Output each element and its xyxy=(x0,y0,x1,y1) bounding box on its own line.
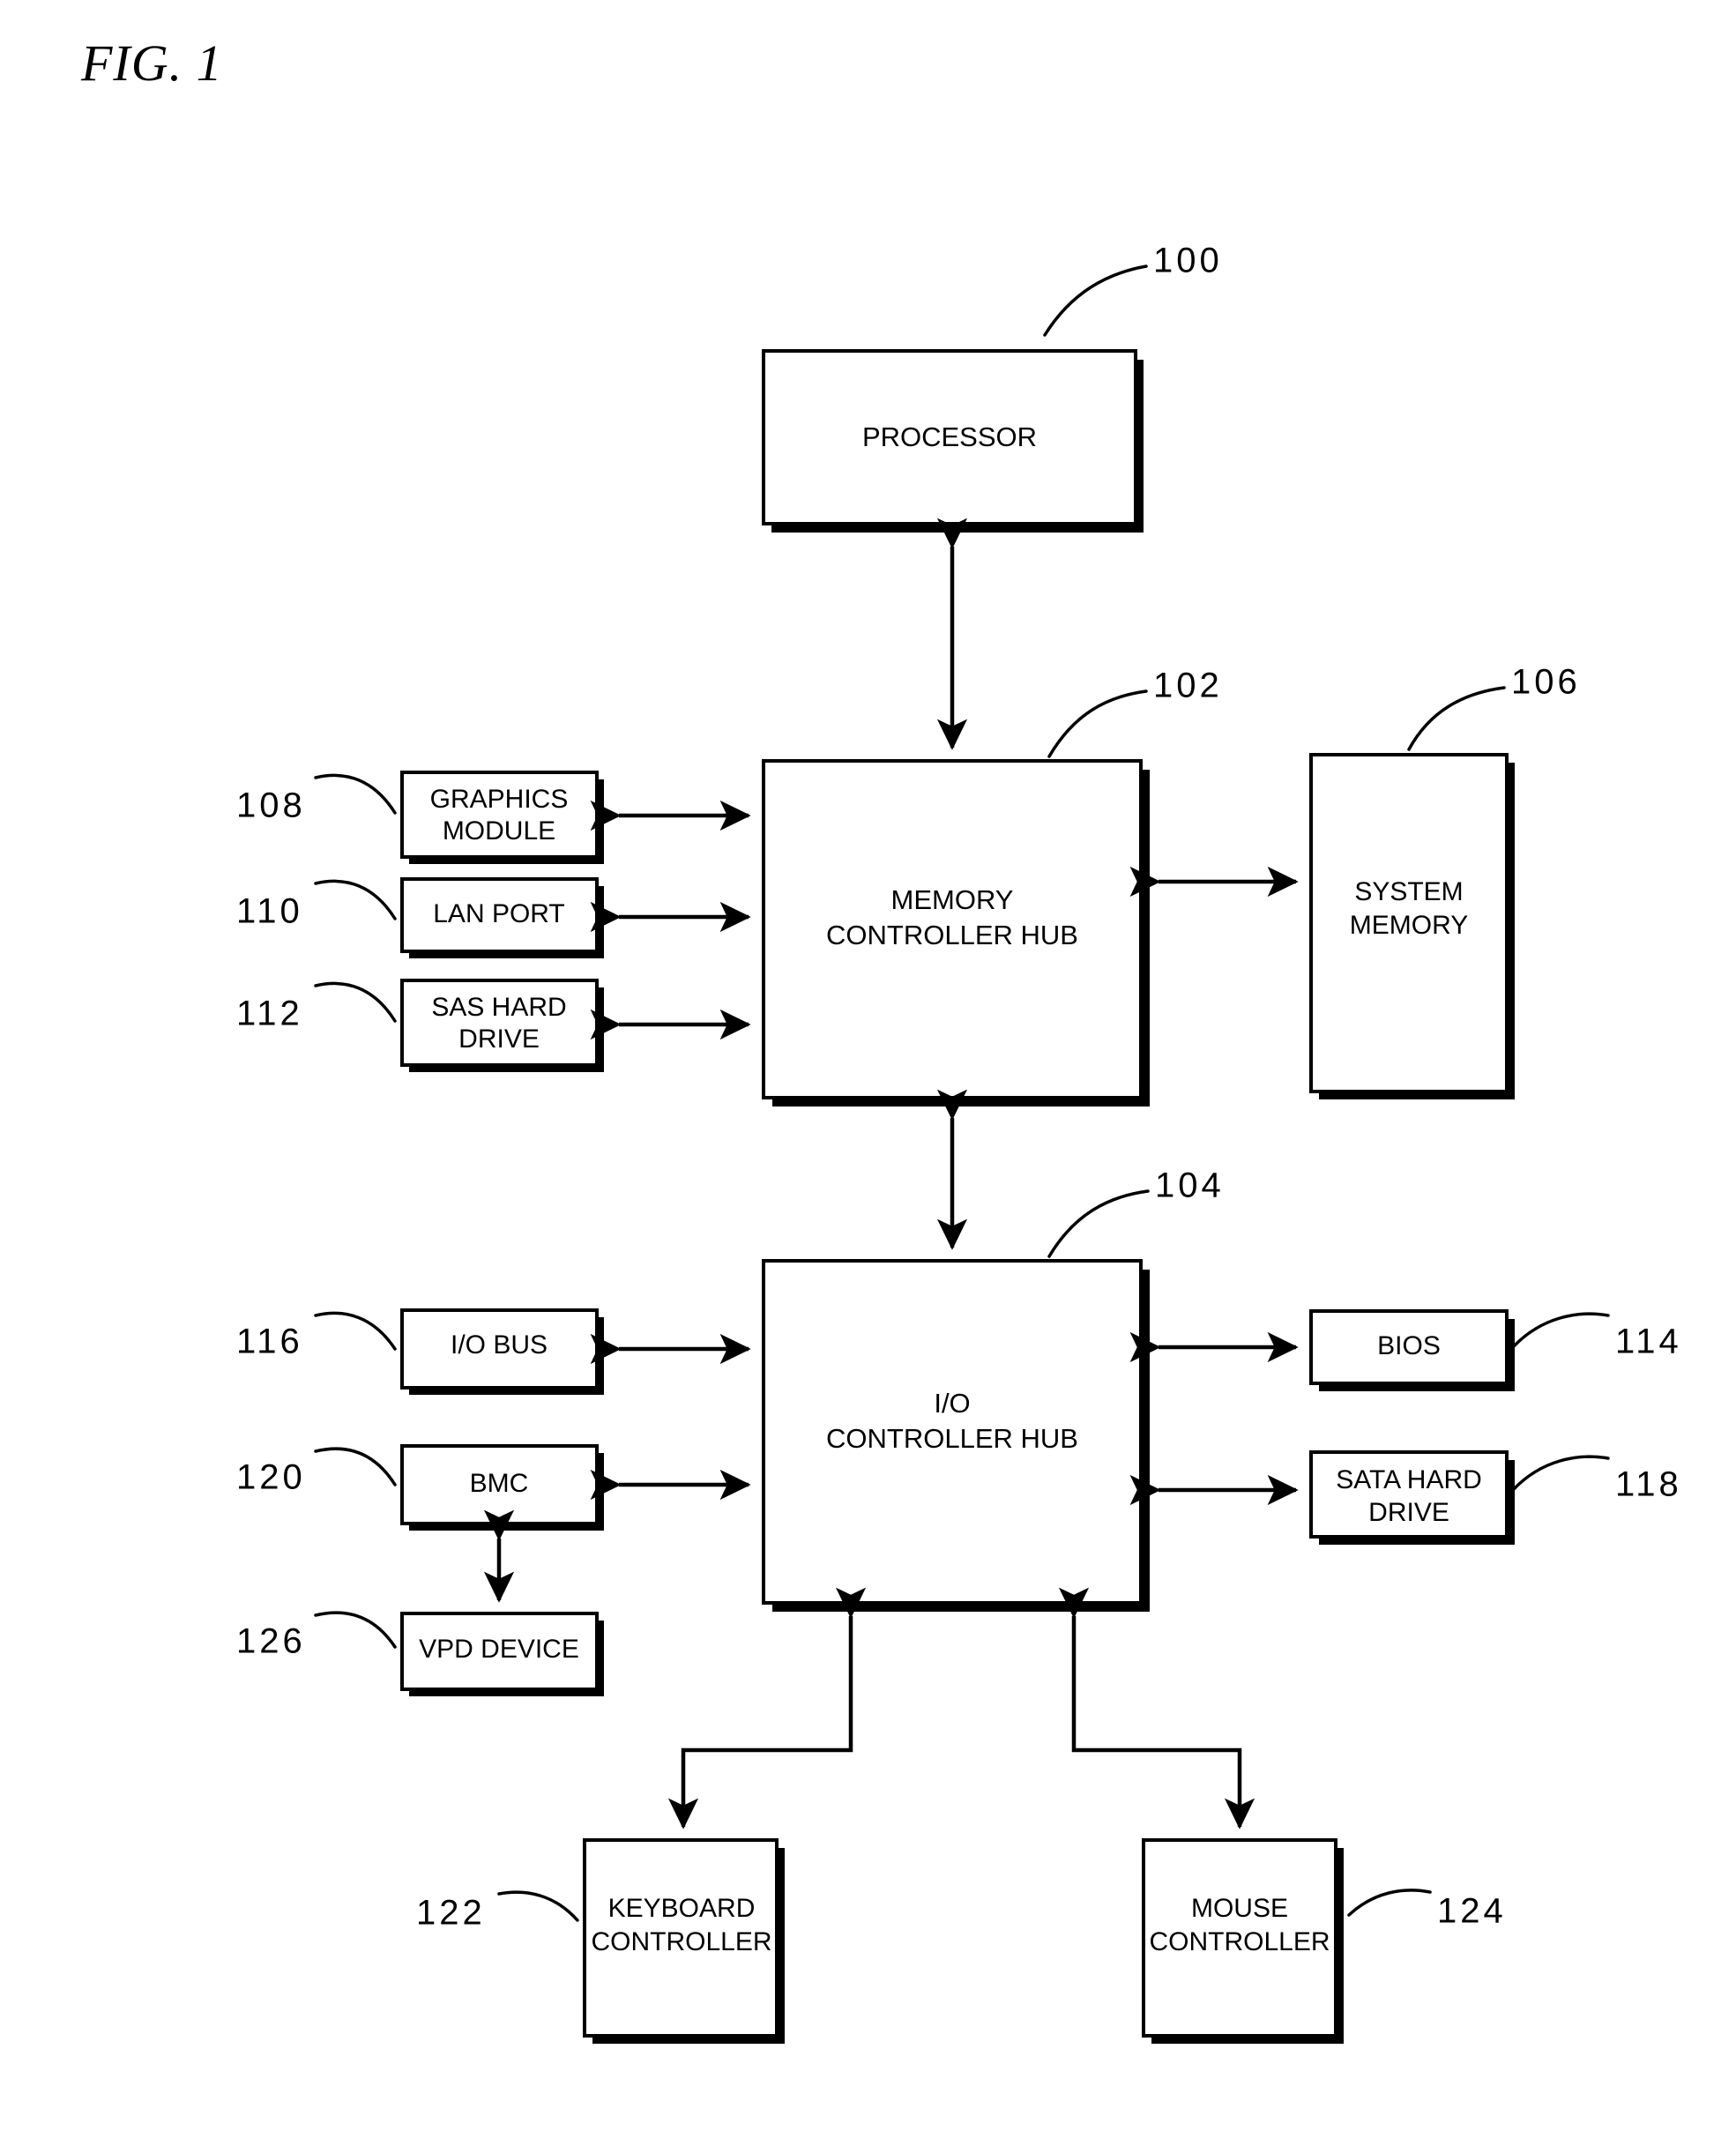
connector-ich-keyboard-controller xyxy=(667,1587,867,1829)
ich-label-line2: CONTROLLER HUB xyxy=(826,1423,1078,1454)
ref-leader-processor: 100 xyxy=(1043,242,1223,337)
ref-leader-mch: 102 xyxy=(1047,667,1223,758)
connector-ich-mouse-controller xyxy=(1058,1587,1255,1829)
ref-leader-system-memory: 106 xyxy=(1407,663,1581,751)
sata-hard-drive-label-line2: DRIVE xyxy=(1368,1498,1449,1527)
block-system-memory[interactable]: SYSTEM MEMORY xyxy=(1309,753,1515,1099)
ref-number-102: 102 xyxy=(1153,667,1223,705)
ref-number-104: 104 xyxy=(1155,1166,1225,1205)
mch-label-line2: CONTROLLER HUB xyxy=(826,920,1078,950)
ref-number-122: 122 xyxy=(416,1894,486,1933)
ref-number-100: 100 xyxy=(1153,242,1223,280)
sas-hard-drive-label-line2: DRIVE xyxy=(458,1025,540,1054)
block-memory-controller-hub[interactable]: MEMORY CONTROLLER HUB xyxy=(762,759,1150,1106)
sas-hard-drive-label-line1: SAS HARD xyxy=(431,993,566,1022)
ref-leader-sas-hard-drive: 112 xyxy=(236,981,397,1033)
ref-number-120: 120 xyxy=(236,1458,306,1497)
system-memory-label-line1: SYSTEM xyxy=(1354,877,1463,906)
io-bus-label: I/O BUS xyxy=(451,1330,548,1360)
ref-leader-vpd-device: 126 xyxy=(236,1611,397,1661)
ref-leader-bmc: 120 xyxy=(236,1447,397,1497)
ref-number-114: 114 xyxy=(1615,1323,1682,1361)
bios-label: BIOS xyxy=(1377,1331,1441,1360)
graphics-module-label-line1: GRAPHICS xyxy=(430,785,569,814)
ref-leader-bios: 114 xyxy=(1511,1312,1682,1361)
block-bios[interactable]: BIOS xyxy=(1309,1309,1515,1391)
block-vpd-device[interactable]: VPD DEVICE xyxy=(400,1612,604,1696)
ref-number-106: 106 xyxy=(1511,663,1581,702)
block-mouse-controller[interactable]: MOUSE CONTROLLER xyxy=(1142,1838,1344,2044)
ref-leader-io-bus: 116 xyxy=(236,1311,397,1361)
ref-number-126: 126 xyxy=(236,1622,306,1661)
ich-label-line1: I/O xyxy=(934,1388,970,1419)
block-io-controller-hub[interactable]: I/O CONTROLLER HUB xyxy=(762,1259,1150,1612)
patent-block-diagram: PROCESSOR 100 MEMORY CONTROLLER HUB 102 … xyxy=(236,242,1682,2044)
mouse-controller-label-line1: MOUSE xyxy=(1191,1894,1288,1923)
ref-number-124: 124 xyxy=(1437,1892,1507,1931)
block-sata-hard-drive[interactable]: SATA HARD DRIVE xyxy=(1309,1450,1515,1545)
ref-leader-graphics-module: 108 xyxy=(236,773,397,825)
ref-leader-mouse-controller: 124 xyxy=(1347,1889,1507,1931)
ref-leader-lan-port: 110 xyxy=(236,879,397,931)
ref-number-110: 110 xyxy=(236,892,303,931)
system-memory-label-line2: MEMORY xyxy=(1350,911,1468,940)
keyboard-controller-label-line1: KEYBOARD xyxy=(608,1894,756,1923)
graphics-module-label-line2: MODULE xyxy=(443,816,555,846)
ref-leader-ich: 104 xyxy=(1047,1166,1225,1258)
bmc-label: BMC xyxy=(470,1469,529,1498)
sata-hard-drive-label-line1: SATA HARD xyxy=(1336,1465,1482,1494)
block-graphics-module[interactable]: GRAPHICS MODULE xyxy=(400,771,604,864)
lan-port-label: LAN PORT xyxy=(433,899,565,928)
block-processor[interactable]: PROCESSOR xyxy=(762,349,1144,533)
processor-label: PROCESSOR xyxy=(862,421,1037,452)
ref-number-112: 112 xyxy=(236,995,303,1033)
vpd-device-label: VPD DEVICE xyxy=(419,1635,579,1664)
mch-label-line1: MEMORY xyxy=(891,884,1014,915)
ref-number-118: 118 xyxy=(1615,1465,1682,1504)
keyboard-controller-label-line2: CONTROLLER xyxy=(591,1927,771,1956)
ref-number-116: 116 xyxy=(236,1323,303,1361)
ref-leader-sata-hard-drive: 118 xyxy=(1511,1455,1682,1504)
block-keyboard-controller[interactable]: KEYBOARD CONTROLLER xyxy=(583,1838,785,2044)
block-lan-port[interactable]: LAN PORT xyxy=(400,877,604,958)
ref-number-108: 108 xyxy=(236,786,306,825)
block-io-bus[interactable]: I/O BUS xyxy=(400,1308,604,1395)
block-sas-hard-drive[interactable]: SAS HARD DRIVE xyxy=(400,979,604,1072)
block-bmc[interactable]: BMC xyxy=(400,1444,604,1531)
mouse-controller-label-line2: CONTROLLER xyxy=(1149,1927,1330,1956)
ref-leader-keyboard-controller: 122 xyxy=(416,1890,579,1933)
